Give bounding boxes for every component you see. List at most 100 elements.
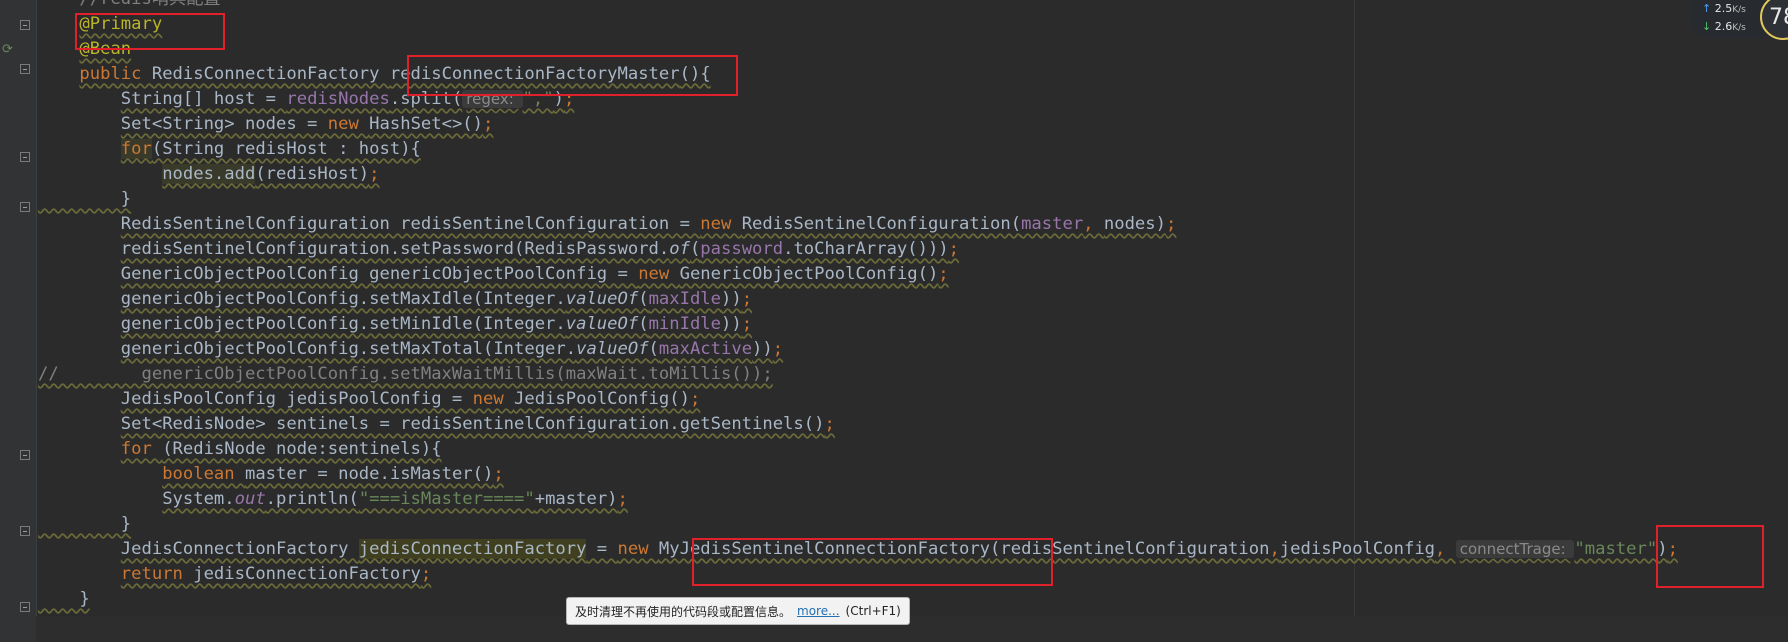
code-token: return	[120, 564, 194, 584]
code-line[interactable]: GenericObjectPoolConfig genericObjectPoo…	[38, 262, 1678, 287]
code-token: RedisConnectionFactory	[151, 64, 390, 84]
code-line[interactable]: //redis哨兵配置	[38, 0, 1678, 12]
network-speed-widget: ↑ 2.5K/s ↓ 2.6K/s 78	[1690, 0, 1788, 40]
code-line[interactable]: public RedisConnectionFactory redisConne…	[38, 62, 1678, 87]
code-editor[interactable]: //redis哨兵配置 @Primary @Bean public RedisC…	[38, 0, 1678, 612]
code-token: @Primary	[79, 14, 163, 34]
code-token: )	[553, 89, 564, 109]
code-token: ,	[1083, 214, 1104, 234]
code-token: ;	[563, 89, 575, 109]
code-token: password	[700, 239, 784, 259]
code-line[interactable]: @Primary	[38, 12, 1678, 37]
fold-marker-icon[interactable]	[20, 152, 30, 162]
code-token: for	[120, 139, 152, 159]
code-token: new	[327, 114, 370, 134]
code-token: jedisConnectionFactory	[358, 539, 587, 559]
code-token: ;	[948, 239, 960, 259]
code-token: public	[79, 64, 152, 84]
bean-gutter-icon[interactable]: ⟳	[2, 42, 13, 57]
fold-marker-icon[interactable]	[20, 64, 30, 74]
code-token: valueOf	[565, 314, 639, 334]
code-token: (	[689, 239, 701, 259]
editor-bottom-area	[36, 616, 1788, 642]
code-token: +master)	[534, 489, 618, 509]
code-token: RedisSentinelConfiguration redisSentinel…	[120, 214, 701, 234]
download-speed: ↓ 2.6K/s	[1702, 20, 1746, 33]
code-line[interactable]: RedisSentinelConfiguration redisSentinel…	[38, 212, 1678, 237]
code-token: ;	[741, 314, 753, 334]
code-line[interactable]: String[] host = redisNodes.split(regex: …	[38, 87, 1678, 112]
code-token: =	[586, 539, 618, 559]
code-token: ","	[522, 89, 554, 109]
editor-gutter: ⟳	[0, 0, 37, 642]
code-token: genericObjectPoolConfig.setMaxTotal(Inte…	[120, 339, 577, 359]
upload-arrow-icon: ↑	[1702, 2, 1712, 15]
parameter-hint: regex:	[462, 90, 523, 108]
code-token: ;	[772, 339, 784, 359]
code-token: out	[234, 489, 266, 509]
code-line[interactable]: JedisPoolConfig jedisPoolConfig = new Je…	[38, 387, 1678, 412]
code-line[interactable]: Set<String> nodes = new HashSet<>();	[38, 112, 1678, 137]
code-token: String[] host =	[120, 89, 287, 109]
code-line[interactable]: nodes.add(redisHost);	[38, 162, 1678, 187]
code-token: boolean	[162, 464, 245, 484]
code-line[interactable]: }	[38, 187, 1678, 212]
code-token: ,	[1435, 539, 1456, 559]
code-token: JedisConnectionFactory	[120, 539, 359, 559]
code-line[interactable]: for(String redisHost : host){	[38, 137, 1678, 162]
code-line[interactable]: JedisConnectionFactory jedisConnectionFa…	[38, 537, 1678, 562]
code-line[interactable]: genericObjectPoolConfig.setMaxIdle(Integ…	[38, 287, 1678, 312]
code-token: new	[700, 214, 742, 234]
code-token: "master"	[1574, 539, 1658, 559]
code-token: // genericObjectPoolConfig.setMaxWaitMil…	[38, 364, 773, 384]
code-line[interactable]: for (RedisNode node:sentinels){	[38, 437, 1678, 462]
code-token: @Bean	[79, 39, 132, 59]
code-line[interactable]: return jedisConnectionFactory;	[38, 562, 1678, 587]
code-token: ;	[483, 114, 494, 134]
code-token: jedisConnectionFactory	[193, 564, 421, 584]
code-line[interactable]: boolean master = node.isMaster();	[38, 462, 1678, 487]
code-token: RedisSentinelConfiguration(	[741, 214, 1022, 234]
code-token: .split(	[389, 89, 463, 109]
code-token: redisConnectionFactoryMaster	[389, 64, 680, 84]
code-token: }	[38, 514, 132, 534]
code-token: (	[638, 289, 649, 309]
usage-gauge[interactable]: 78	[1760, 0, 1788, 40]
fold-marker-icon[interactable]	[20, 602, 30, 612]
code-token: ;	[689, 389, 701, 409]
code-line[interactable]: // genericObjectPoolConfig.setMaxWaitMil…	[38, 362, 1678, 387]
code-line[interactable]: redisSentinelConfiguration.setPassword(R…	[38, 237, 1678, 262]
code-line[interactable]: @Bean	[38, 37, 1678, 62]
code-line[interactable]: }	[38, 512, 1678, 537]
code-line[interactable]: genericObjectPoolConfig.setMaxTotal(Inte…	[38, 337, 1678, 362]
fold-marker-icon[interactable]	[20, 526, 30, 536]
code-line[interactable]: System.out.println("===isMaster===="+mas…	[38, 487, 1678, 512]
code-token: ))	[752, 339, 773, 359]
parameter-hint: connectTrage:	[1455, 540, 1575, 558]
code-line[interactable]: genericObjectPoolConfig.setMinIdle(Integ…	[38, 312, 1678, 337]
fold-marker-icon[interactable]	[20, 450, 30, 460]
code-token: (	[638, 314, 649, 334]
code-line[interactable]: Set<RedisNode> sentinels = redisSentinel…	[38, 412, 1678, 437]
code-token: new	[617, 539, 659, 559]
code-token: ))	[721, 289, 742, 309]
code-token: minIdle	[648, 314, 721, 334]
code-token: maxIdle	[648, 289, 721, 309]
code-token: genericObjectPoolConfig.setMinIdle(Integ…	[120, 314, 566, 334]
code-token: master = node.isMaster()	[244, 464, 494, 484]
fold-marker-icon[interactable]	[20, 202, 30, 212]
fold-marker-icon[interactable]	[20, 20, 30, 30]
tooltip-shortcut: (Ctrl+F1)	[845, 604, 901, 618]
download-arrow-icon: ↓	[1702, 20, 1712, 33]
code-token: (	[648, 339, 659, 359]
tooltip-more-link[interactable]: more...	[797, 604, 840, 618]
